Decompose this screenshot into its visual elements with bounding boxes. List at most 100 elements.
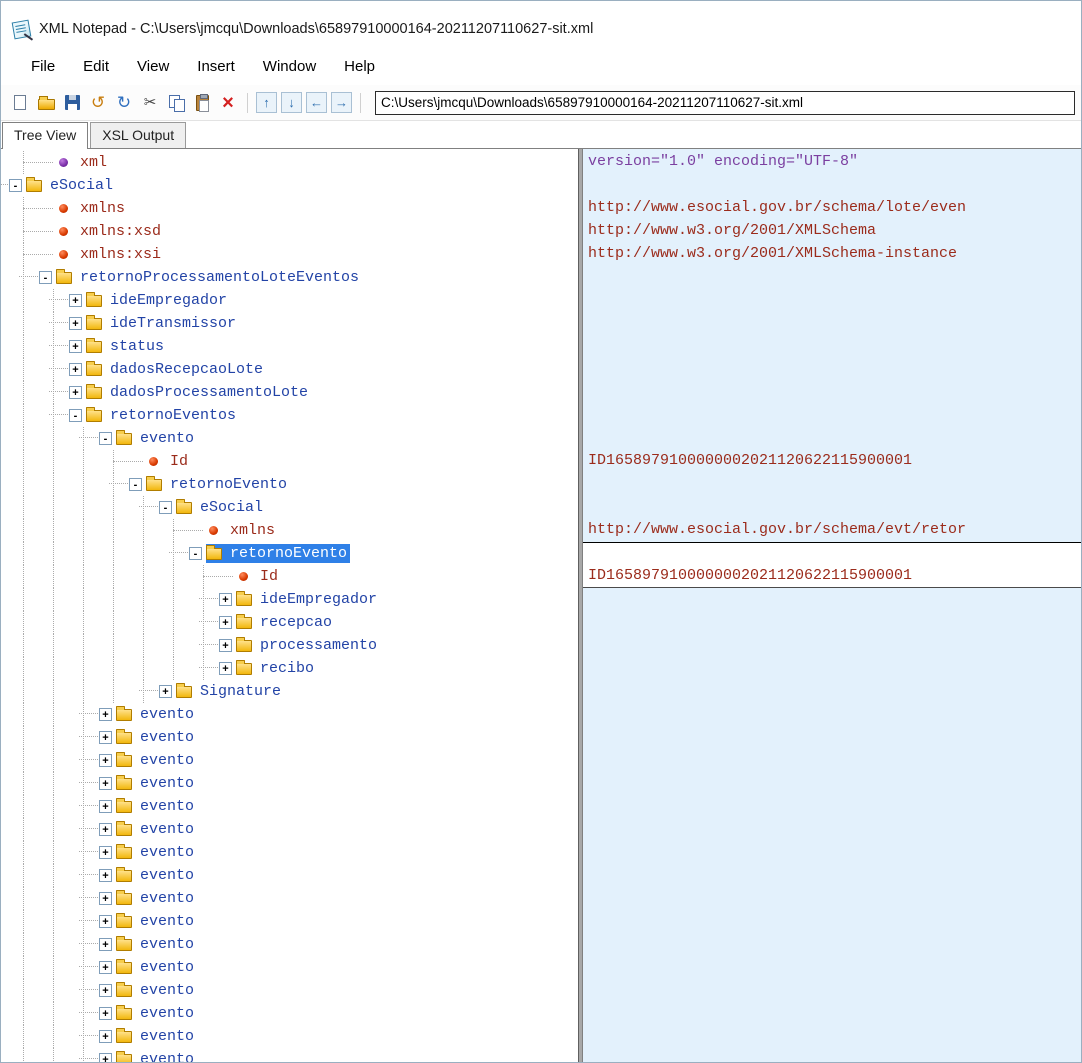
tree-node-label[interactable]: recibo: [257, 659, 317, 678]
paste-button[interactable]: [190, 91, 214, 115]
value-cell[interactable]: [583, 381, 1081, 404]
tab-xsl-output[interactable]: XSL Output: [90, 122, 186, 148]
tree-node-label[interactable]: evento: [137, 912, 197, 931]
tree-node-row[interactable]: + evento: [1, 933, 578, 956]
value-cell[interactable]: [583, 174, 1081, 197]
tree-node-row[interactable]: + ideEmpregador: [1, 289, 578, 312]
expand-icon[interactable]: +: [219, 639, 232, 652]
value-cell[interactable]: [583, 404, 1081, 427]
tree-node-label[interactable]: evento: [137, 935, 197, 954]
redo-button[interactable]: ↻: [112, 91, 136, 115]
tree-node-row[interactable]: - retornoEvento: [1, 542, 578, 565]
tree-node-row[interactable]: +evento: [1, 1025, 578, 1048]
tree-node-row[interactable]: - evento: [1, 427, 578, 450]
tree-node-row[interactable]: - eSocial: [1, 496, 578, 519]
value-cell[interactable]: [583, 496, 1081, 519]
tree-node-label[interactable]: evento: [137, 797, 197, 816]
tree-node-label[interactable]: ideTransmissor: [107, 314, 239, 333]
tree-node-row[interactable]: +evento: [1, 1048, 578, 1062]
value-cell[interactable]: [583, 358, 1081, 381]
menu-window[interactable]: Window: [249, 52, 330, 81]
value-cell[interactable]: [583, 795, 1081, 818]
tree-node-row[interactable]: +evento: [1, 749, 578, 772]
tree-node-row[interactable]: +ideEmpregador: [1, 588, 578, 611]
address-input[interactable]: [375, 91, 1075, 115]
tree-node-row[interactable]: -retornoEventos: [1, 404, 578, 427]
tree-node-label[interactable]: evento: [137, 728, 197, 747]
collapse-icon[interactable]: -: [39, 271, 52, 284]
collapse-icon[interactable]: -: [99, 432, 112, 445]
collapse-icon[interactable]: -: [189, 547, 202, 560]
expand-icon[interactable]: +: [69, 294, 82, 307]
tree-node-label[interactable]: evento: [137, 843, 197, 862]
tree-node-row[interactable]: +dadosProcessamentoLote: [1, 381, 578, 404]
nudge-left-button[interactable]: ←: [306, 92, 327, 113]
tree-node-label[interactable]: eSocial: [47, 176, 116, 195]
expand-icon[interactable]: +: [99, 915, 112, 928]
tree-node-label[interactable]: eSocial: [197, 498, 266, 517]
tree-node-row[interactable]: +recibo: [1, 657, 578, 680]
nudge-down-button[interactable]: ↓: [281, 92, 302, 113]
expand-icon[interactable]: +: [99, 892, 112, 905]
tree-node-label[interactable]: ideEmpregador: [107, 291, 230, 310]
collapse-icon[interactable]: -: [129, 478, 142, 491]
tree-node-row[interactable]: +evento: [1, 979, 578, 1002]
copy-button[interactable]: [164, 91, 188, 115]
expand-icon[interactable]: +: [159, 685, 172, 698]
tree-node-label[interactable]: evento: [137, 1027, 197, 1046]
tree-node-label[interactable]: retornoEvento: [167, 475, 290, 494]
tree-node-row[interactable]: +dadosRecepcaoLote: [1, 358, 578, 381]
value-cell[interactable]: [583, 680, 1081, 703]
value-cell[interactable]: [583, 749, 1081, 772]
tree-node-label[interactable]: evento: [137, 751, 197, 770]
value-cell[interactable]: ID1658979100000002021120622115900001: [583, 565, 1081, 588]
tree-node-label[interactable]: evento: [137, 429, 197, 448]
tree-node-label[interactable]: evento: [137, 958, 197, 977]
tree-node-label[interactable]: xml: [77, 153, 110, 172]
tree-node-row[interactable]: +evento: [1, 887, 578, 910]
collapse-icon[interactable]: -: [69, 409, 82, 422]
tree-node-row[interactable]: - retornoProcessamentoLoteEventos: [1, 266, 578, 289]
tree-node-label[interactable]: xmlns: [77, 199, 128, 218]
value-cell[interactable]: [583, 542, 1081, 565]
open-file-button[interactable]: [34, 91, 58, 115]
tree-node-label[interactable]: evento: [137, 866, 197, 885]
tree-node-row[interactable]: + processamento: [1, 634, 578, 657]
tree-node-label[interactable]: xmlns:xsi: [77, 245, 164, 264]
expand-icon[interactable]: +: [99, 731, 112, 744]
expand-icon[interactable]: +: [219, 616, 232, 629]
expand-icon[interactable]: +: [99, 846, 112, 859]
value-cell[interactable]: [583, 312, 1081, 335]
tree-node-label[interactable]: processamento: [257, 636, 380, 655]
nudge-up-button[interactable]: ↑: [256, 92, 277, 113]
nudge-right-button[interactable]: →: [331, 92, 352, 113]
value-cell[interactable]: [583, 933, 1081, 956]
value-cell[interactable]: http://www.esocial.gov.br/schema/lote/ev…: [583, 197, 1081, 220]
expand-icon[interactable]: +: [69, 340, 82, 353]
tree-node-label[interactable]: dadosRecepcaoLote: [107, 360, 266, 379]
tree-node-row[interactable]: + evento: [1, 910, 578, 933]
menu-view[interactable]: View: [123, 52, 183, 81]
value-cell[interactable]: [583, 841, 1081, 864]
value-cell[interactable]: [583, 956, 1081, 979]
value-cell[interactable]: [583, 634, 1081, 657]
cut-button[interactable]: ✂: [138, 91, 162, 115]
expand-icon[interactable]: +: [99, 938, 112, 951]
expand-icon[interactable]: +: [99, 869, 112, 882]
tree-node-row[interactable]: xmlns: [1, 197, 578, 220]
tree-node-label[interactable]: retornoProcessamentoLoteEventos: [77, 268, 362, 287]
value-cell[interactable]: [583, 289, 1081, 312]
tree-node-label[interactable]: evento: [137, 981, 197, 1000]
value-cell[interactable]: [583, 335, 1081, 358]
value-cell[interactable]: [583, 1025, 1081, 1048]
value-cell[interactable]: [583, 473, 1081, 496]
collapse-icon[interactable]: -: [159, 501, 172, 514]
value-cell[interactable]: [583, 1048, 1081, 1062]
tree-node-label[interactable]: evento: [137, 1050, 197, 1062]
tree-node-label[interactable]: Signature: [197, 682, 284, 701]
undo-button[interactable]: ↺: [86, 91, 110, 115]
value-cell[interactable]: [583, 657, 1081, 680]
expand-icon[interactable]: +: [99, 1007, 112, 1020]
tree-node-label[interactable]: retornoEvento: [227, 544, 350, 563]
tree-node-row[interactable]: +evento: [1, 1002, 578, 1025]
